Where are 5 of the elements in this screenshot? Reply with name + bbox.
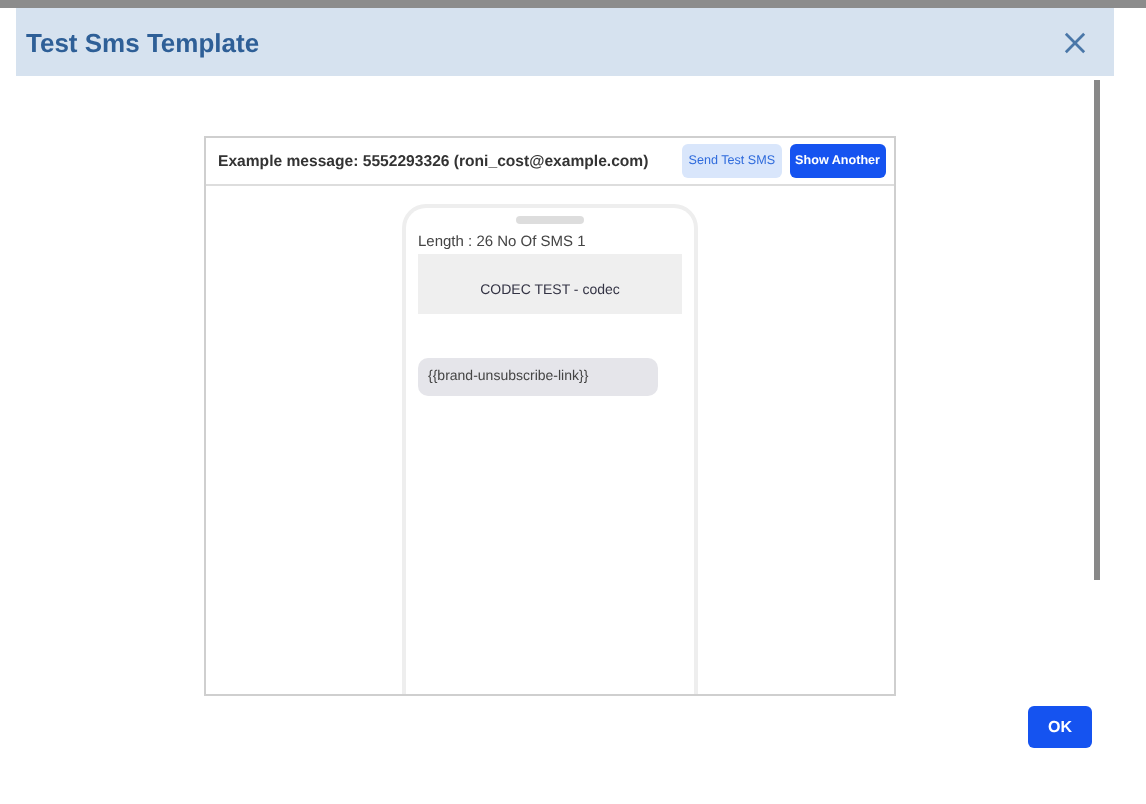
phone-speaker <box>516 216 584 224</box>
dialog-title: Test Sms Template <box>26 27 260 57</box>
scrollbar[interactable] <box>1094 80 1100 580</box>
close-icon[interactable] <box>1064 31 1086 53</box>
ok-button[interactable]: OK <box>1028 706 1092 748</box>
